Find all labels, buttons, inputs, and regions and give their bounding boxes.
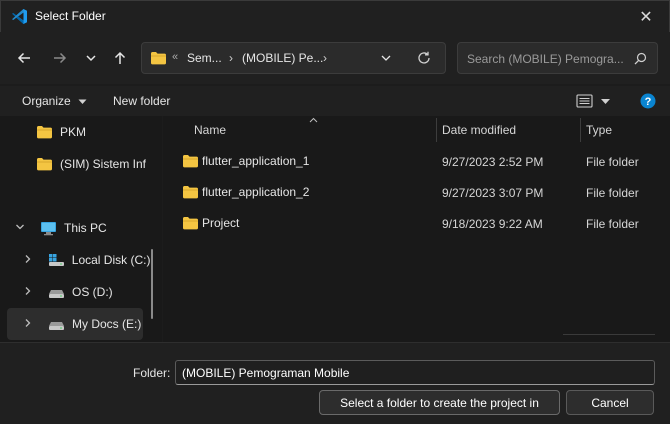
folder-icon (182, 185, 199, 199)
overflow-chevron-icon[interactable]: « (172, 51, 178, 63)
breadcrumb-separator-icon[interactable]: › (229, 51, 233, 65)
sidebar-item-label: PKM (60, 125, 87, 139)
search-input[interactable]: Search (MOBILE) Pemogra... (467, 52, 624, 66)
file-date: 9/18/2023 9:22 AM (442, 217, 543, 231)
breadcrumb-separator-icon[interactable]: › (323, 51, 327, 65)
table-row[interactable]: Project 9/18/2023 9:22 AM File folder (163, 208, 670, 239)
column-header-date[interactable]: Date modified (442, 116, 516, 144)
folder-name-input[interactable]: (MOBILE) Pemograman Mobile (175, 360, 655, 385)
monitor-icon (40, 221, 57, 236)
chevron-right-icon[interactable] (0, 254, 48, 267)
help-button[interactable]: ? (640, 93, 656, 112)
folder-icon (182, 154, 199, 168)
select-folder-button[interactable]: Select a folder to create the project in (319, 390, 560, 415)
dialog-footer: Folder: (MOBILE) Pemograman Mobile Selec… (0, 342, 670, 424)
cancel-button[interactable]: Cancel (566, 390, 654, 415)
file-name: Project (202, 216, 240, 230)
divider (563, 334, 655, 335)
address-history-button[interactable] (380, 52, 392, 67)
command-bar: Organize New folder ? (0, 86, 670, 116)
file-name: flutter_application_1 (202, 154, 310, 168)
column-divider[interactable] (436, 118, 437, 142)
column-header-name[interactable]: Name (194, 116, 226, 144)
file-type: File folder (586, 155, 639, 169)
title-bar: Select Folder ✕ (0, 0, 670, 32)
sidebar-item-label: (SIM) Sistem Inf (60, 157, 147, 171)
file-name: flutter_application_2 (202, 185, 310, 199)
sidebar-item-my-docs-e[interactable]: My Docs (E:) (7, 308, 143, 340)
organize-button[interactable]: Organize (22, 94, 87, 108)
search-box[interactable]: Search (MOBILE) Pemogra... (457, 42, 658, 74)
address-bar[interactable]: « Sem... › (MOBILE) Pe... › (141, 42, 446, 74)
recent-locations-button[interactable] (78, 46, 104, 70)
file-date: 9/27/2023 2:52 PM (442, 155, 544, 169)
vscode-icon (11, 8, 28, 25)
sidebar-item-label: This PC (64, 221, 107, 235)
arrow-right-icon (54, 52, 67, 64)
windows-drive-icon (48, 253, 65, 267)
sidebar-scrollbar[interactable] (151, 249, 153, 319)
folder-icon (36, 125, 53, 139)
file-list: Name Date modified Type flutter_applicat… (163, 115, 670, 344)
folder-label: Folder: (133, 366, 171, 380)
sidebar-item-label: My Docs (E:) (72, 317, 142, 331)
back-button[interactable] (11, 46, 37, 70)
organize-label: Organize (22, 94, 71, 108)
drive-icon (48, 317, 65, 331)
help-icon: ? (640, 93, 656, 109)
folder-icon (36, 157, 53, 171)
file-date: 9/27/2023 3:07 PM (442, 186, 544, 200)
chevron-right-icon[interactable] (7, 318, 48, 331)
file-type: File folder (586, 217, 639, 231)
sidebar-item-label: OS (D:) (72, 285, 113, 299)
sidebar-item-local-disk-c[interactable]: Local Disk (C:) (0, 244, 150, 276)
column-divider[interactable] (580, 118, 581, 142)
arrow-left-icon (17, 52, 30, 64)
search-icon (634, 52, 647, 68)
folder-icon (182, 216, 199, 230)
caret-down-icon (78, 99, 87, 104)
sort-ascending-icon (309, 115, 318, 125)
chevron-down-icon[interactable] (0, 222, 40, 235)
sidebar-item-this-pc[interactable]: This PC (0, 212, 150, 244)
sidebar-item-sim[interactable]: (SIM) Sistem Inf (0, 148, 150, 180)
sidebar-item-label: Local Disk (C:) (71, 253, 150, 267)
arrow-up-icon (114, 51, 126, 64)
view-options-button[interactable] (576, 93, 614, 112)
refresh-icon (418, 51, 430, 64)
refresh-button[interactable] (416, 50, 432, 69)
svg-text:?: ? (645, 96, 652, 108)
chevron-down-icon (381, 55, 391, 61)
breadcrumb-semester[interactable]: Sem... (187, 51, 222, 65)
list-view-icon (576, 94, 610, 108)
chevron-right-icon[interactable] (0, 286, 48, 299)
drive-icon (48, 285, 65, 299)
chevron-down-icon (86, 55, 96, 62)
file-type: File folder (586, 186, 639, 200)
folder-icon (150, 51, 167, 68)
up-button[interactable] (107, 46, 133, 70)
column-header-type[interactable]: Type (586, 116, 612, 144)
close-icon: ✕ (639, 9, 653, 26)
table-row[interactable]: flutter_application_1 9/27/2023 2:52 PM … (163, 146, 670, 177)
sidebar-item-os-d[interactable]: OS (D:) (0, 276, 150, 308)
navigation-pane: PKM (SIM) Sistem Inf This PC Local Disk … (0, 116, 162, 342)
breadcrumb-mobile[interactable]: (MOBILE) Pe... (242, 51, 323, 65)
sidebar-item-pkm[interactable]: PKM (0, 116, 150, 148)
close-button[interactable]: ✕ (623, 1, 669, 33)
new-folder-button[interactable]: New folder (113, 94, 170, 108)
forward-button[interactable] (47, 46, 73, 70)
window-title: Select Folder (35, 9, 106, 23)
table-row[interactable]: flutter_application_2 9/27/2023 3:07 PM … (163, 177, 670, 208)
